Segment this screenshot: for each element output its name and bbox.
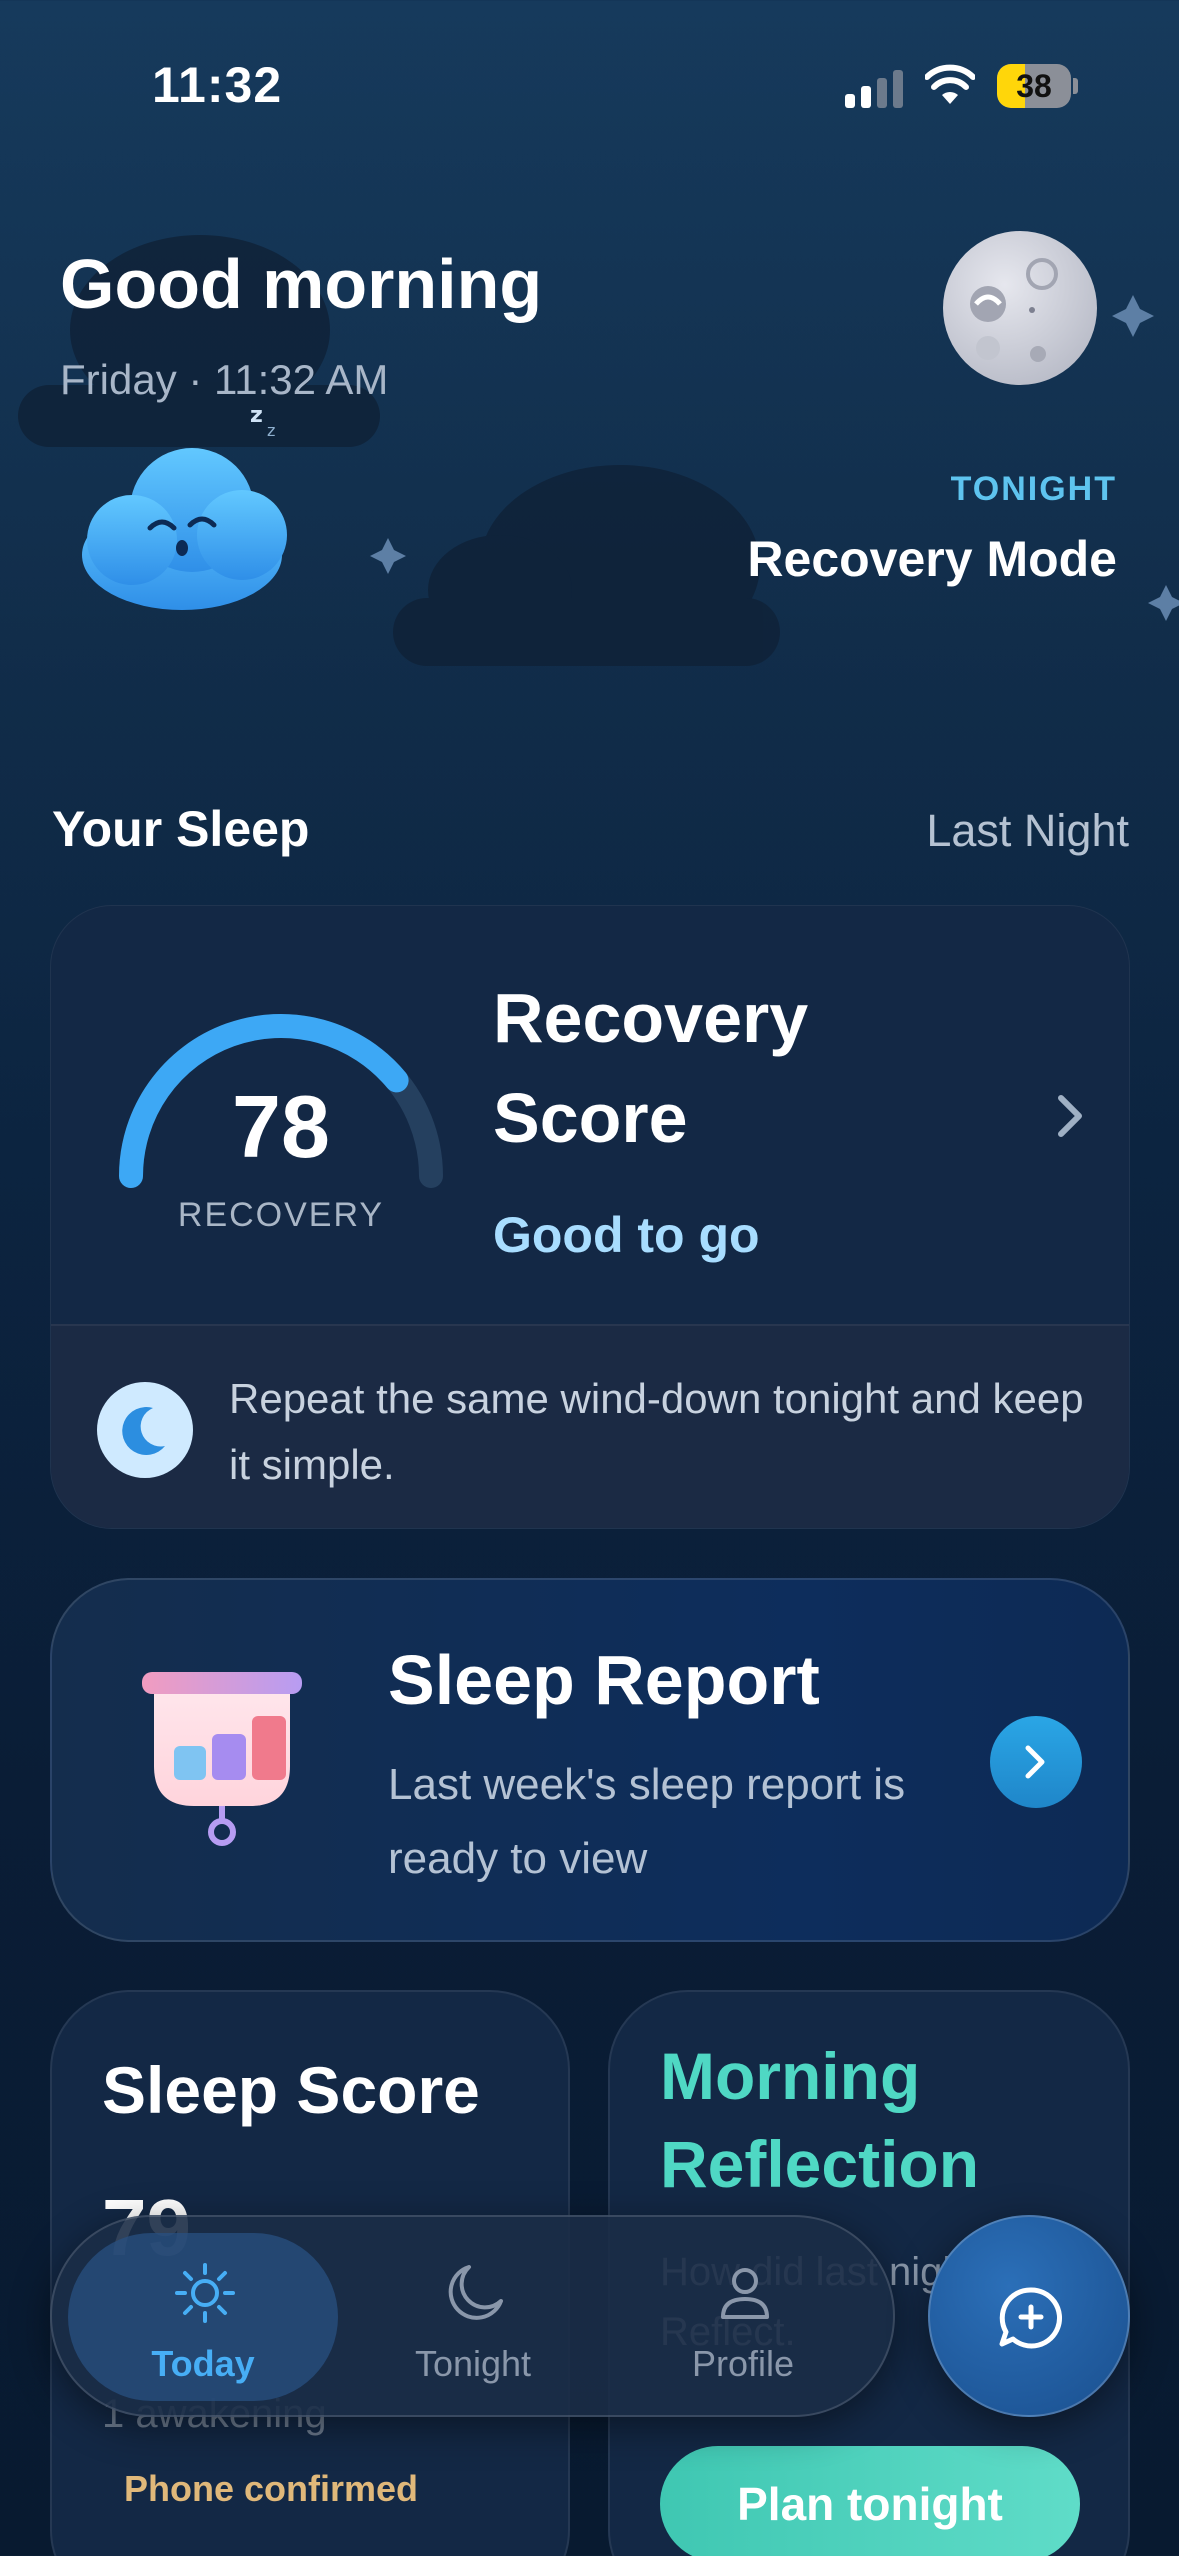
section-title: Your Sleep bbox=[52, 801, 310, 857]
tab-label: Profile bbox=[691, 2343, 795, 2384]
svg-text:z: z bbox=[250, 403, 263, 428]
chat-plus-icon bbox=[999, 2287, 1062, 2349]
chevron-right-icon bbox=[1025, 1745, 1045, 1779]
recovery-card[interactable]: 78 RECOVERY Recovery Score Good to go Re… bbox=[50, 905, 1130, 1529]
report-title: Sleep Report bbox=[388, 1641, 820, 1719]
period-selector[interactable]: Last Night bbox=[926, 805, 1129, 857]
wifi-icon bbox=[925, 64, 975, 104]
open-report-button[interactable] bbox=[990, 1716, 1082, 1808]
sleepy-cloud-illustration: z z bbox=[72, 400, 292, 640]
cellular-signal-icon bbox=[845, 70, 903, 108]
battery-level: 38 bbox=[1016, 68, 1052, 104]
svg-text:z: z bbox=[267, 421, 275, 440]
recovery-status: Good to go bbox=[493, 1207, 760, 1263]
crescent-moon-icon bbox=[97, 1382, 193, 1478]
tonight-label: TONIGHT bbox=[950, 470, 1117, 508]
recovery-title: Recovery Score bbox=[493, 979, 809, 1157]
tab-profile[interactable]: Profile bbox=[608, 2233, 878, 2401]
sleep-report-card[interactable]: Sleep Report Last week's sleep report is… bbox=[50, 1578, 1130, 1942]
reflection-title: Morning Reflection bbox=[660, 2039, 980, 2201]
tip-text: Repeat the same wind-down tonight and ke… bbox=[229, 1375, 1084, 1488]
sleep-score-title: Sleep Score bbox=[102, 2053, 480, 2127]
chevron-right-icon[interactable] bbox=[1051, 1088, 1091, 1144]
tab-tonight[interactable]: Tonight bbox=[338, 2233, 608, 2401]
recovery-tip: Repeat the same wind-down tonight and ke… bbox=[51, 1324, 1129, 1528]
moon-icon bbox=[448, 2265, 503, 2320]
sun-icon bbox=[175, 2263, 235, 2323]
assistant-chat-button[interactable] bbox=[928, 2215, 1130, 2417]
greeting-title: Good morning bbox=[60, 245, 543, 323]
status-time: 11:32 bbox=[152, 57, 283, 113]
plan-tonight-button[interactable]: Plan tonight bbox=[660, 2446, 1080, 2556]
gauge-label: RECOVERY bbox=[177, 1196, 385, 1234]
moon-illustration bbox=[940, 228, 1100, 388]
tab-label: Today bbox=[151, 2343, 255, 2384]
date-time-label: Friday · 11:32 AM bbox=[60, 356, 389, 403]
battery-icon: 38 bbox=[997, 64, 1078, 108]
tab-bar: Today Tonight Profile bbox=[50, 2215, 895, 2417]
report-subtitle: Last week's sleep report is ready to vie… bbox=[388, 1760, 906, 1883]
tonight-mode: Recovery Mode bbox=[747, 531, 1117, 587]
tab-today[interactable]: Today bbox=[68, 2233, 338, 2401]
tab-label: Tonight bbox=[414, 2343, 532, 2384]
recovery-score-value: 78 bbox=[232, 1077, 330, 1176]
presentation-chart-icon bbox=[142, 1672, 302, 1846]
person-icon bbox=[721, 2268, 769, 2319]
phone-confirmed-badge: Phone confirmed bbox=[124, 2468, 419, 2509]
